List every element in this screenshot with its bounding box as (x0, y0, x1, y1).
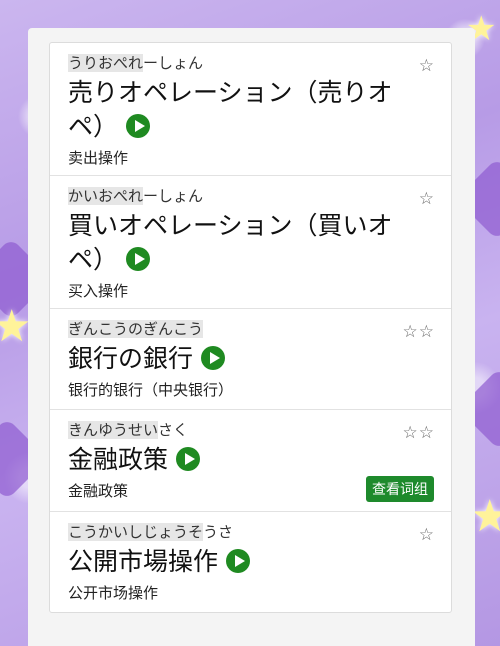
play-icon[interactable] (126, 113, 151, 138)
reading-rest: さく (158, 421, 189, 439)
vocab-entry[interactable]: ぎんこうのぎんこう 銀行の銀行 银行的银行（中央银行） ☆☆ (50, 309, 451, 410)
word: 買いオペレーション（買いオ ペ） (68, 209, 437, 277)
reading: うりおぺれーしょん (68, 52, 437, 74)
reading-rest: うさ (203, 523, 234, 541)
reading: きんゆうせいさく (68, 419, 437, 441)
reading-highlight: きんゆうせい (68, 421, 159, 439)
vocab-list: うりおぺれーしょん 売りオペレーション（売りオ ペ） 卖出操作 ☆ かいおぺれー… (49, 42, 452, 613)
star-outline-icon[interactable]: ☆☆ (403, 423, 435, 443)
meaning: 卖出操作 (68, 149, 129, 167)
play-icon[interactable] (176, 446, 201, 471)
word: 銀行の銀行 (68, 342, 437, 376)
reading: かいおぺれーしょん (68, 185, 437, 207)
word-text: ペ） (68, 112, 119, 141)
word-text: 売りオペレーション（売りオ (68, 78, 393, 107)
meaning: 银行的银行（中央银行） (68, 381, 234, 399)
reading-highlight: うりおぺれ (68, 54, 144, 72)
word-text: 公開市場操作 (68, 547, 219, 576)
vocab-entry[interactable]: きんゆうせいさく 金融政策 金融政策 ☆☆ 查看词组 (50, 410, 451, 512)
word-text: 買いオペレーション（買いオ (68, 211, 393, 240)
word: 売りオペレーション（売りオ ペ） (68, 76, 437, 144)
word-text: 金融政策 (68, 445, 169, 474)
star-outline-icon[interactable]: ☆ (419, 189, 435, 209)
reading-highlight: こうかいしじょうそ (68, 523, 204, 541)
reading: こうかいしじょうそうさ (68, 521, 437, 543)
reading-highlight: かいおぺれ (68, 187, 144, 205)
meaning: 公开市场操作 (68, 584, 159, 602)
word-text: 銀行の銀行 (68, 344, 194, 373)
word: 公開市場操作 (68, 545, 437, 579)
meaning: 买入操作 (68, 282, 129, 300)
reading-rest: ーしょん (143, 187, 204, 205)
reading-highlight: ぎんこうのぎんこう (68, 320, 204, 338)
word-text: ペ） (68, 245, 119, 274)
view-phrases-button[interactable]: 查看词组 (366, 476, 434, 502)
vocab-entry[interactable]: かいおぺれーしょん 買いオペレーション（買いオ ペ） 买入操作 ☆ (50, 176, 451, 309)
play-icon[interactable] (126, 246, 151, 271)
star-outline-icon[interactable]: ☆☆ (403, 322, 435, 342)
vocab-entry[interactable]: うりおぺれーしょん 売りオペレーション（売りオ ペ） 卖出操作 ☆ (50, 43, 451, 176)
word: 金融政策 (68, 443, 437, 477)
star-outline-icon[interactable]: ☆ (419, 56, 435, 76)
reading: ぎんこうのぎんこう (68, 318, 437, 340)
star-outline-icon[interactable]: ☆ (419, 525, 435, 545)
play-icon[interactable] (226, 548, 251, 573)
play-icon[interactable] (201, 345, 226, 370)
reading-rest: ーしょん (143, 54, 204, 72)
star-decoration: ★ (0, 301, 32, 352)
vocab-entry[interactable]: こうかいしじょうそうさ 公開市場操作 公开市场操作 ☆ (50, 512, 451, 612)
